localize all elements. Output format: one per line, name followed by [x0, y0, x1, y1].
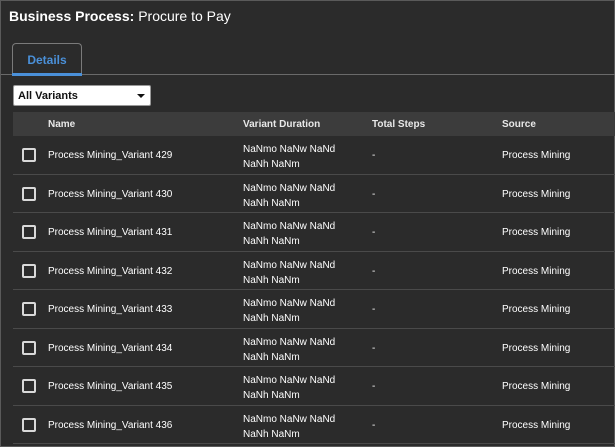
cell-name: Process Mining_Variant 431: [48, 227, 173, 238]
row-checkbox[interactable]: [22, 379, 36, 393]
cell-source: Process Mining: [502, 381, 571, 392]
row-checkbox[interactable]: [22, 263, 36, 278]
cell-steps: -: [372, 304, 376, 315]
cell-name: Process Mining_Variant 436: [48, 419, 173, 431]
row-checkbox[interactable]: [22, 340, 36, 355]
cell-steps: -: [372, 265, 376, 277]
row-checkbox[interactable]: [22, 417, 36, 432]
table-row[interactable]: Process Mining_Variant 436 NaNmo NaNw NaN…: [13, 406, 615, 444]
cell-name: Process Mining_Variant 430: [48, 188, 173, 200]
cell-duration: NaNmo NaNw NaNd NaNh NaNm: [243, 375, 336, 401]
tab-details-indicator: [12, 73, 82, 76]
table-body: Process Mining_Variant 429 NaNmo NaNw NaN…: [13, 136, 615, 444]
cell-steps: -: [372, 419, 376, 431]
cell-name: Process Mining_Variant 429: [48, 150, 173, 161]
table-row[interactable]: Process Mining_Variant 431 NaNmo NaNw NaN…: [13, 213, 615, 252]
column-header-duration[interactable]: Variant Duration: [243, 119, 320, 130]
tab-bar-divider: [1, 74, 615, 75]
page-title-value: Procure to Pay: [138, 8, 231, 24]
column-header-source[interactable]: Source: [502, 119, 536, 130]
cell-steps: -: [372, 150, 376, 161]
row-checkbox[interactable]: [22, 148, 36, 162]
cell-duration: NaNmo NaNw NaNd NaNh NaNm: [243, 221, 336, 247]
table-row[interactable]: Process Mining_Variant 432 NaNmo NaNw NaN…: [13, 252, 615, 290]
cell-source: Process Mining: [502, 304, 571, 315]
table-row[interactable]: Process Mining_Variant 435 NaNmo NaNw NaN…: [13, 367, 615, 406]
cell-steps: -: [372, 227, 376, 238]
cell-source: Process Mining: [502, 419, 571, 431]
cell-source: Process Mining: [502, 150, 571, 161]
cell-duration: NaNmo NaNw NaNd NaNh NaNm: [243, 413, 336, 440]
cell-duration: NaNmo NaNw NaNd NaNh NaNm: [243, 182, 336, 209]
cell-duration: NaNmo NaNw NaNd NaNh NaNm: [243, 336, 336, 363]
tab-details[interactable]: Details: [12, 43, 82, 76]
column-header-name[interactable]: Name: [48, 119, 75, 130]
row-checkbox[interactable]: [22, 302, 36, 316]
variants-table: Name Variant Duration Total Steps Source…: [13, 112, 615, 444]
cell-steps: -: [372, 188, 376, 200]
cell-steps: -: [372, 381, 376, 392]
cell-name: Process Mining_Variant 433: [48, 304, 173, 315]
page-title-label: Business Process:: [9, 8, 135, 24]
table-row[interactable]: Process Mining_Variant 430 NaNmo NaNw NaN…: [13, 175, 615, 213]
cell-source: Process Mining: [502, 265, 571, 277]
table-header: Name Variant Duration Total Steps Source: [13, 112, 615, 136]
cell-source: Process Mining: [502, 188, 571, 200]
variant-filter-value: All Variants: [18, 89, 78, 102]
cell-source: Process Mining: [502, 342, 571, 354]
page-title: Business Process: Procure to Pay: [9, 8, 231, 24]
cell-name: Process Mining_Variant 435: [48, 381, 173, 392]
column-header-steps[interactable]: Total Steps: [372, 119, 425, 130]
cell-duration: NaNmo NaNw NaNd NaNh NaNm: [243, 144, 336, 170]
cell-source: Process Mining: [502, 227, 571, 238]
table-row[interactable]: Process Mining_Variant 429 NaNmo NaNw NaN…: [13, 136, 615, 175]
cell-name: Process Mining_Variant 432: [48, 265, 173, 277]
cell-name: Process Mining_Variant 434: [48, 342, 173, 354]
cell-duration: NaNmo NaNw NaNd NaNh NaNm: [243, 259, 336, 286]
chevron-down-icon: [137, 94, 145, 98]
row-checkbox[interactable]: [22, 225, 36, 239]
table-row[interactable]: Process Mining_Variant 434 NaNmo NaNw NaN…: [13, 329, 615, 367]
cell-duration: NaNmo NaNw NaNd NaNh NaNm: [243, 298, 336, 324]
cell-steps: -: [372, 342, 376, 354]
variant-filter-dropdown[interactable]: All Variants: [13, 85, 151, 106]
table-row[interactable]: Process Mining_Variant 433 NaNmo NaNw NaN…: [13, 290, 615, 329]
row-checkbox[interactable]: [22, 186, 36, 201]
